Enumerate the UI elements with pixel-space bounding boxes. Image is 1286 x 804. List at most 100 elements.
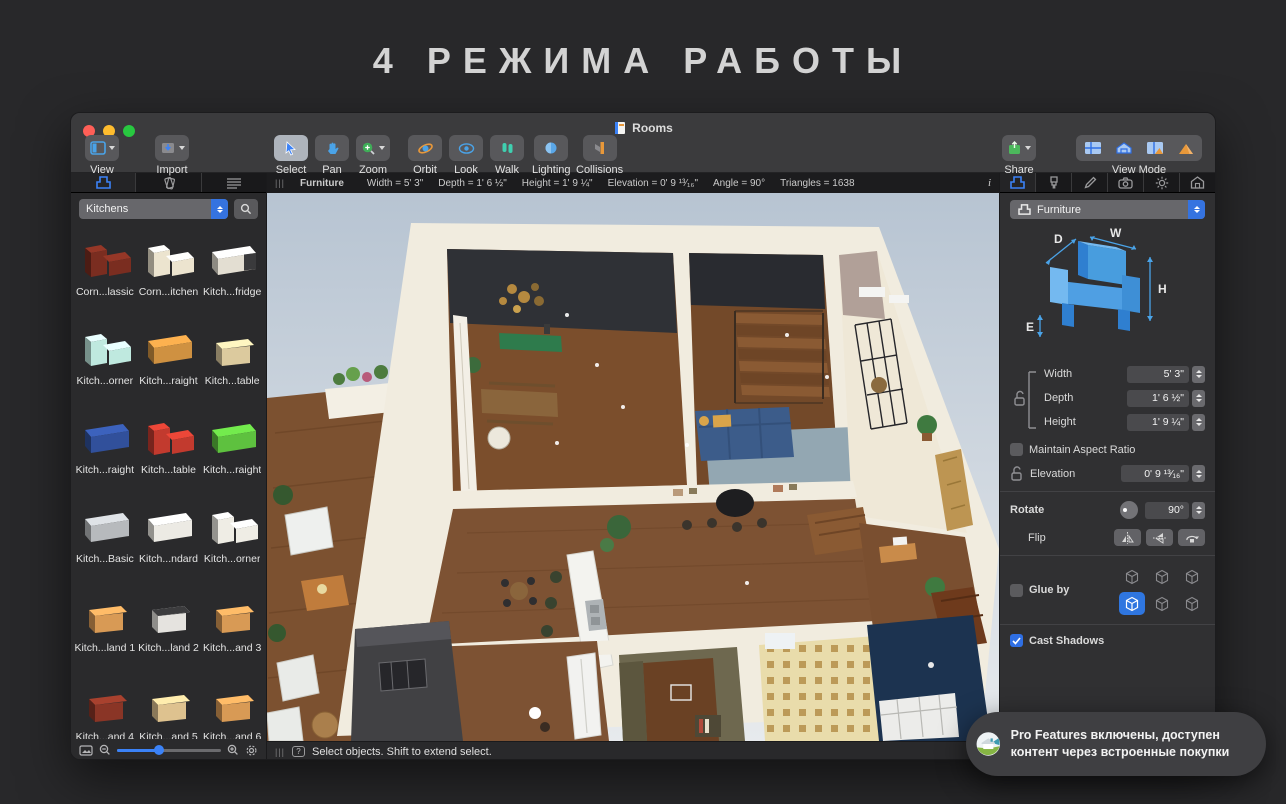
glue-top-right-button[interactable] xyxy=(1179,565,1205,588)
glue-by-checkbox[interactable] xyxy=(1010,584,1023,597)
look-button[interactable] xyxy=(449,135,483,161)
library-item-label: Kitch...raight xyxy=(76,464,134,476)
library-thumbnail xyxy=(204,590,260,638)
inspector-body: Furniture xyxy=(1000,193,1215,760)
glue-top-left-button[interactable] xyxy=(1119,565,1145,588)
zoom-button[interactable] xyxy=(356,135,390,161)
gear-icon[interactable] xyxy=(245,744,258,757)
depth-stepper[interactable] xyxy=(1192,390,1205,407)
library-item[interactable]: Kitch...raight xyxy=(200,407,264,496)
pencil-icon xyxy=(1083,176,1097,190)
library-item[interactable]: Kitch...and 4 xyxy=(73,674,137,739)
glue-floor-button[interactable] xyxy=(1119,592,1145,615)
share-button[interactable] xyxy=(1002,135,1036,161)
pro-features-notification[interactable]: Pro Features включены, доступен контент … xyxy=(966,712,1266,776)
pan-tool: Pan xyxy=(315,135,349,176)
lock-open-icon[interactable] xyxy=(1010,466,1024,481)
library-item[interactable]: Kitch...Basic xyxy=(73,496,137,585)
select-button[interactable] xyxy=(274,135,308,161)
cast-shadows-checkbox[interactable] xyxy=(1010,634,1023,647)
library-item[interactable]: Kitch...table xyxy=(137,407,201,496)
object-type-dropdown[interactable]: Furniture xyxy=(1010,200,1205,219)
info-angle: Angle = 90° xyxy=(713,178,765,189)
library-item[interactable]: Kitch...and 3 xyxy=(200,585,264,674)
search-button[interactable] xyxy=(234,199,258,219)
elevation-stepper[interactable] xyxy=(1192,465,1205,482)
flip-horizontal-button[interactable] xyxy=(1114,529,1141,546)
help-icon[interactable]: ? xyxy=(292,746,305,757)
glue-top-center-button[interactable] xyxy=(1149,565,1175,588)
view-mode-split-button[interactable] xyxy=(1140,137,1169,159)
width-field[interactable]: 5' 3" xyxy=(1127,366,1189,383)
lock-bracket-icon[interactable] xyxy=(1012,362,1038,438)
materials-icon xyxy=(160,176,177,190)
dimension-fields: Width 5' 3" Depth 1' 6 ½" xyxy=(1010,362,1205,434)
lighting-tool: Lighting xyxy=(532,135,571,176)
collisions-button[interactable] xyxy=(583,135,617,161)
tab-materials[interactable] xyxy=(1036,173,1072,192)
library-item[interactable]: Kitch...and 6 xyxy=(200,674,264,739)
zoom-in-icon[interactable] xyxy=(227,744,239,756)
category-dropdown[interactable]: Kitchens xyxy=(79,199,228,219)
zoom-window-button[interactable] xyxy=(123,125,135,137)
import-button[interactable] xyxy=(155,135,189,161)
library-item[interactable]: Kitch...raight xyxy=(137,318,201,407)
tab-project-tree[interactable] xyxy=(202,173,266,192)
orbit-button[interactable] xyxy=(408,135,442,161)
library-item[interactable]: Kitch...land 1 xyxy=(73,585,137,674)
library-item[interactable]: Kitch...table xyxy=(200,318,264,407)
library-item[interactable]: Kitch...raight xyxy=(73,407,137,496)
thumbnail-size-slider[interactable] xyxy=(117,749,221,752)
library-item[interactable]: Kitch...and 5 xyxy=(137,674,201,739)
drag-handle-icon[interactable]: ||| xyxy=(275,178,285,188)
lighting-button[interactable] xyxy=(534,135,568,161)
glue-ceiling-button[interactable] xyxy=(1179,592,1205,615)
library-item[interactable]: Kitch...ndard xyxy=(137,496,201,585)
floor-plan-3d-view[interactable] xyxy=(267,193,999,741)
flip-3d-button[interactable] xyxy=(1178,529,1205,546)
rotate-field[interactable]: 90° xyxy=(1145,502,1189,519)
selection-name: Furniture xyxy=(300,178,344,189)
height-field[interactable]: 1' 9 ¼" xyxy=(1127,414,1189,431)
library-item[interactable]: Kitch...fridge xyxy=(200,229,264,318)
library-thumbnail xyxy=(77,590,133,638)
zoom-out-icon[interactable] xyxy=(99,744,111,756)
rotate-stepper[interactable] xyxy=(1192,502,1205,519)
drag-handle-icon[interactable]: ||| xyxy=(275,747,285,757)
library-item-label: Kitch...table xyxy=(141,464,196,476)
view-button[interactable] xyxy=(85,135,119,161)
flip-vertical-button[interactable] xyxy=(1146,529,1173,546)
library-thumbnail xyxy=(77,323,133,371)
view-mode-elevation-button[interactable] xyxy=(1109,137,1138,159)
window-title: Rooms xyxy=(71,121,1215,135)
library-item[interactable]: Kitch...orner xyxy=(200,496,264,585)
depth-field[interactable]: 1' 6 ½" xyxy=(1127,390,1189,407)
info-height: Height = 1' 9 ¼" xyxy=(522,178,593,189)
camera-icon xyxy=(1118,177,1133,189)
walk-button[interactable] xyxy=(490,135,524,161)
width-stepper[interactable] xyxy=(1192,366,1205,383)
info-icon[interactable]: i xyxy=(988,177,991,189)
rotate-knob[interactable] xyxy=(1120,501,1138,519)
library-item[interactable]: Corn...itchen xyxy=(137,229,201,318)
glue-direction-grid xyxy=(1119,565,1205,615)
pan-button[interactable] xyxy=(315,135,349,161)
slider-thumb[interactable] xyxy=(154,745,164,755)
height-stepper[interactable] xyxy=(1192,414,1205,431)
library-item[interactable]: Kitch...land 2 xyxy=(137,585,201,674)
library-item[interactable]: Corn...lassic xyxy=(73,229,137,318)
svg-text:D: D xyxy=(1054,232,1063,246)
zoom-tool: Zoom xyxy=(356,135,390,176)
view-mode-2d-button[interactable] xyxy=(1078,137,1107,159)
inspector-panel: Furniture xyxy=(999,173,1215,760)
library-thumbnail xyxy=(204,679,260,727)
library-tabs xyxy=(71,173,266,193)
elevation-field[interactable]: 0' 9 ¹³⁄₁₆" xyxy=(1121,465,1189,482)
view-mode-3d-button[interactable] xyxy=(1171,137,1200,159)
split-view-icon xyxy=(1146,140,1164,156)
image-icon[interactable] xyxy=(79,745,93,756)
library-item[interactable]: Kitch...orner xyxy=(73,318,137,407)
glue-wall-button[interactable] xyxy=(1149,592,1175,615)
maintain-aspect-checkbox[interactable] xyxy=(1010,443,1023,456)
select-tool: Select xyxy=(274,135,308,176)
